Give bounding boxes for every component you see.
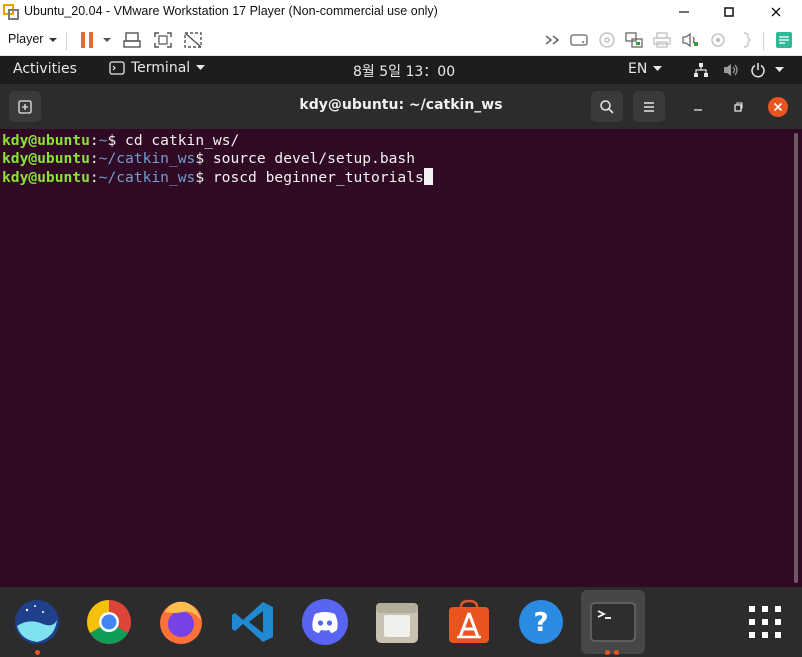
close-window-button[interactable]: [762, 91, 794, 122]
prompt-separator: :: [89, 169, 99, 186]
printer-icon[interactable]: [651, 28, 673, 52]
volume-muted-icon[interactable]: [722, 62, 740, 78]
network-icon[interactable]: [623, 28, 645, 52]
toolbar-divider: [763, 32, 764, 50]
svg-text:?: ?: [533, 608, 548, 638]
prompt-path: ~/catkin_ws: [98, 169, 196, 186]
system-menu-chevron-icon[interactable]: [775, 67, 784, 73]
text-cursor: [423, 168, 433, 185]
cd-icon[interactable]: [596, 28, 618, 52]
language-label: EN: [628, 61, 648, 77]
maximize-icon: [734, 102, 743, 112]
app-menu-label: Terminal: [131, 60, 191, 76]
discord-icon[interactable]: [299, 596, 351, 648]
more-icon[interactable]: [735, 28, 757, 52]
terminal-app-menu[interactable]: Terminal: [109, 60, 206, 76]
terminal-icon[interactable]: [581, 590, 645, 654]
prompt-separator: :: [89, 132, 99, 149]
chrome-icon[interactable]: [83, 596, 135, 648]
running-indicator: [35, 650, 40, 655]
minimize-window-button[interactable]: [682, 91, 714, 122]
whale-browser-icon[interactable]: [11, 596, 63, 648]
firefox-icon[interactable]: [155, 596, 207, 648]
toolbar-divider: [66, 32, 67, 50]
usb-icon[interactable]: [707, 28, 729, 52]
command-text: $ source devel/setup.bash: [195, 150, 415, 167]
activities-button[interactable]: Activities: [13, 61, 77, 77]
maximize-icon[interactable]: [705, 0, 753, 24]
player-menu-button[interactable]: Player: [8, 32, 43, 46]
maximize-window-button[interactable]: [722, 91, 754, 122]
terminal-scrollbar[interactable]: [794, 133, 798, 583]
prompt-separator: :: [89, 150, 99, 167]
vscode-icon[interactable]: [227, 596, 279, 648]
clock[interactable]: 8월 5일 13：00: [353, 61, 455, 81]
command-text: $ roscd beginner_tutorials: [195, 169, 424, 186]
vmware-logo-icon: [3, 4, 19, 20]
network-wired-icon[interactable]: [693, 62, 709, 78]
sound-icon[interactable]: [679, 28, 701, 52]
hamburger-icon: [644, 101, 654, 112]
chevron-down-icon: [653, 66, 663, 71]
send-ctrl-alt-del-icon[interactable]: [121, 28, 145, 52]
prompt-user: kdy@ubuntu: [2, 150, 90, 167]
show-apps-icon[interactable]: [739, 596, 791, 648]
notes-icon[interactable]: [772, 28, 796, 52]
prompt-user: kdy@ubuntu: [2, 132, 90, 149]
running-indicator: [614, 650, 619, 655]
vmware-title-bar: Ubuntu_20.04 - VMware Workstation 17 Pla…: [0, 0, 802, 24]
window-title: Ubuntu_20.04 - VMware Workstation 17 Pla…: [24, 4, 438, 18]
vmware-toolbar: Player: [0, 24, 802, 56]
prompt-user: kdy@ubuntu: [2, 169, 90, 186]
fit-guest-icon[interactable]: [151, 28, 175, 52]
help-icon[interactable]: ?: [515, 596, 567, 648]
terminal-line: kdy@ubuntu:~$ cd catkin_ws/: [2, 132, 800, 150]
software-center-icon[interactable]: [443, 596, 495, 648]
unity-icon[interactable]: [181, 28, 205, 52]
minimize-icon[interactable]: [660, 0, 708, 24]
player-dropdown-icon[interactable]: [46, 28, 60, 52]
terminal-line: kdy@ubuntu:~/catkin_ws$ source devel/set…: [2, 150, 800, 168]
minimize-icon: [694, 108, 702, 111]
close-icon[interactable]: [752, 0, 800, 24]
pause-icon[interactable]: [76, 28, 98, 52]
terminal-header-bar: kdy@ubuntu: ~/catkin_ws: [0, 84, 802, 129]
terminal-output-area[interactable]: kdy@ubuntu:~$ cd catkin_ws/ kdy@ubuntu:~…: [0, 129, 802, 587]
search-icon: [600, 99, 614, 114]
command-text: $ cd catkin_ws/: [107, 132, 240, 149]
hamburger-menu-button[interactable]: [633, 91, 665, 122]
pause-dropdown-icon[interactable]: [100, 28, 114, 52]
chevron-down-icon: [196, 65, 206, 70]
hdd-icon[interactable]: [568, 28, 590, 52]
ubuntu-dock: ?: [0, 587, 802, 657]
close-icon: [768, 96, 788, 117]
terminal-small-icon: [109, 61, 125, 75]
search-button[interactable]: [591, 91, 623, 122]
gnome-top-panel: Activities Terminal 8월 5일 13：00 EN: [0, 56, 802, 84]
files-icon[interactable]: [371, 596, 423, 648]
terminal-line: kdy@ubuntu:~/catkin_ws$ roscd beginner_t…: [2, 168, 800, 186]
prompt-path: ~/catkin_ws: [98, 150, 196, 167]
fast-forward-icon[interactable]: [542, 28, 564, 52]
language-indicator[interactable]: EN: [628, 61, 663, 77]
running-indicator: [605, 650, 610, 655]
power-icon[interactable]: [750, 62, 766, 78]
